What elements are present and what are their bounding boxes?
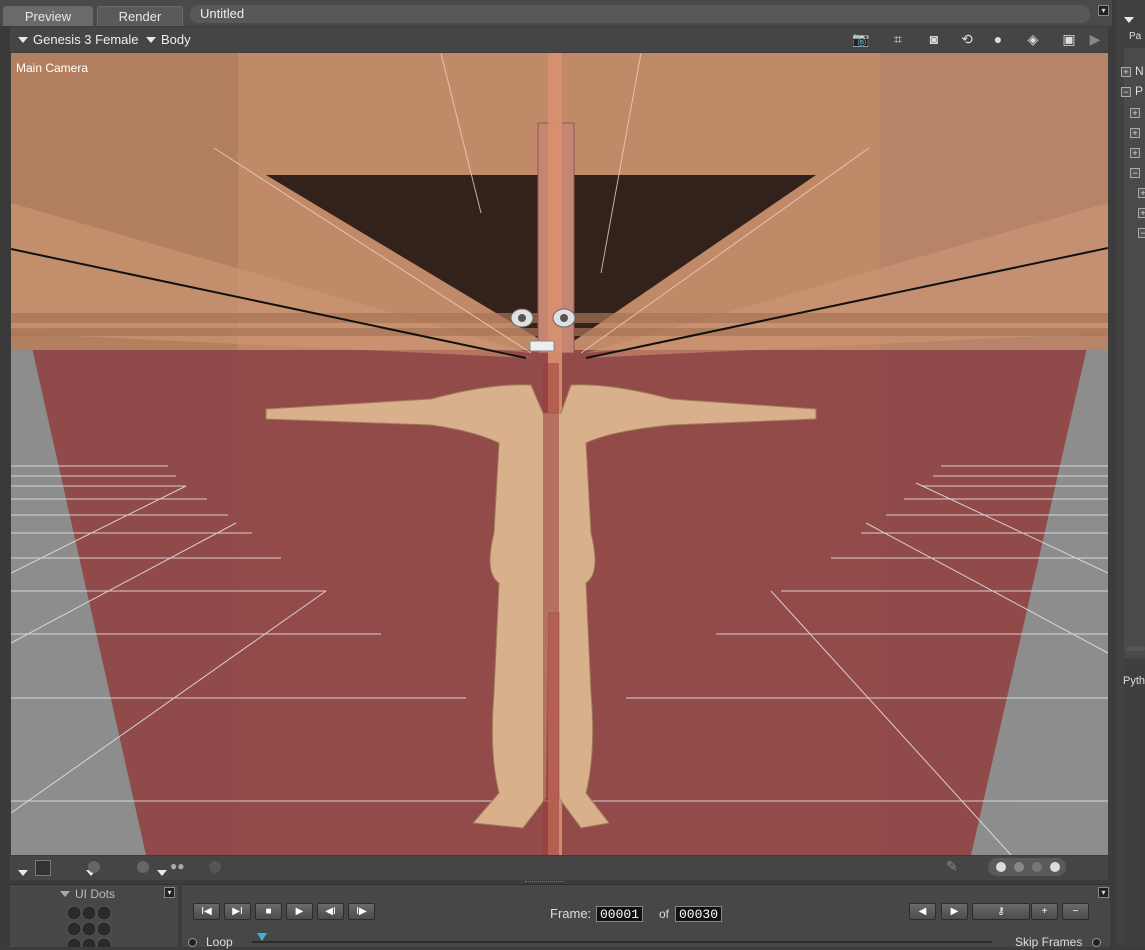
right-panel: Pa Pyth <box>1116 0 1145 946</box>
loop-label: Loop <box>206 935 233 949</box>
camera-label[interactable]: Main Camera <box>16 61 88 75</box>
camera-dashed-icon[interactable]: ⌗ <box>887 30 909 48</box>
prev-key-button[interactable]: ▶I <box>224 903 251 920</box>
expand-icon[interactable]: + <box>1130 148 1140 158</box>
view-dots[interactable] <box>988 858 1066 876</box>
chevron-down-icon[interactable] <box>1124 16 1134 23</box>
expand-icon[interactable]: + <box>1121 67 1131 77</box>
step-back-button[interactable]: ◀I <box>317 903 344 920</box>
expand-icon[interactable]: + <box>1138 208 1145 218</box>
square-view-icon[interactable] <box>35 860 51 876</box>
left-edge <box>0 26 10 946</box>
collapse-icon[interactable]: − <box>1130 168 1140 178</box>
orbit-icon[interactable]: ⟲ <box>956 30 978 48</box>
figure-select-label: Genesis 3 Female <box>33 32 139 47</box>
key-button[interactable]: ⚷ <box>972 903 1030 920</box>
collapse-icon[interactable]: − <box>1121 87 1131 97</box>
tree-item-label[interactable]: N <box>1135 64 1144 78</box>
animation-panel: ▾ I◀ ▶I ■ ▶ ◀I I▶ Frame: 00001 of 00030 … <box>182 884 1110 949</box>
expand-icon[interactable]: + <box>1138 188 1145 198</box>
dot-icon[interactable] <box>1032 862 1042 872</box>
collapse-icon[interactable]: − <box>1138 228 1145 238</box>
ui-dots-grid <box>66 905 116 950</box>
body-part-select[interactable]: Body <box>146 27 191 52</box>
video-camera-icon[interactable]: ▣ <box>1058 30 1080 48</box>
dot-icon[interactable] <box>1014 862 1024 872</box>
figure-select[interactable]: Genesis 3 Female <box>18 27 139 52</box>
chevron-down-icon <box>146 36 156 43</box>
3d-viewport[interactable]: Main Camera <box>11 53 1108 855</box>
sphere-dark-icon[interactable] <box>209 861 221 873</box>
camera-icon[interactable]: 📷 <box>850 30 872 48</box>
document-title-field[interactable]: Untitled <box>190 5 1090 23</box>
timeline-scrubber[interactable] <box>252 941 992 943</box>
python-label: Pyth <box>1123 675 1145 687</box>
scene-tree <box>1124 48 1145 658</box>
current-frame-field[interactable]: 00001 <box>596 906 644 922</box>
chevron-down-icon <box>18 36 28 43</box>
prev-button[interactable]: ◀ <box>909 903 936 920</box>
tab-render[interactable]: Render <box>97 6 183 26</box>
expand-icon[interactable]: + <box>1130 108 1140 118</box>
chevron-down-icon <box>60 890 70 897</box>
step-forward-button[interactable]: I▶ <box>348 903 375 920</box>
panel-header-label: Pa <box>1129 31 1142 42</box>
play-button[interactable]: ▶ <box>286 903 313 920</box>
sphere-icon[interactable] <box>137 861 149 873</box>
scene-render <box>11 53 1108 855</box>
panel-menu-button[interactable]: ▾ <box>164 887 175 898</box>
frame-label: Frame: <box>550 906 592 921</box>
chevron-down-icon[interactable] <box>156 869 167 876</box>
light-sphere-icon[interactable]: ● <box>987 30 1009 48</box>
panel-menu-button[interactable]: ▾ <box>1098 887 1109 898</box>
of-label: of <box>659 907 670 921</box>
multi-sphere-icon[interactable]: ●● <box>170 859 190 875</box>
playhead-icon[interactable] <box>257 933 267 941</box>
viewport-bottom-bar: ●● ✎ <box>10 856 1108 880</box>
dot-icon[interactable] <box>996 862 1006 872</box>
viewport-toolbar: Genesis 3 Female Body 📷 ⌗ ◙ ⟲ ● ◈ ▣ ▶ <box>10 27 1108 52</box>
ui-dots-header[interactable]: UI Dots <box>60 887 115 901</box>
next-button[interactable]: ▶ <box>941 903 968 920</box>
expand-icon[interactable]: + <box>1130 128 1140 138</box>
total-frames-field[interactable]: 00030 <box>675 906 723 922</box>
ui-dots-label: UI Dots <box>75 887 116 901</box>
first-frame-button[interactable]: I◀ <box>193 903 220 920</box>
scroll-right-icon[interactable]: ▶ <box>1088 30 1102 48</box>
remove-key-button[interactable]: − <box>1062 903 1089 920</box>
scrollbar[interactable] <box>1126 646 1145 651</box>
tab-preview[interactable]: Preview <box>3 6 93 26</box>
display-icon[interactable]: ◈ <box>1022 30 1044 48</box>
pencil-icon[interactable]: ✎ <box>946 858 958 875</box>
dot-icon[interactable] <box>1050 862 1060 872</box>
skip-frames-label: Skip Frames <box>1015 935 1083 949</box>
sphere-icon[interactable] <box>88 861 100 873</box>
chevron-down-icon[interactable] <box>18 869 28 876</box>
tree-item-label[interactable]: P <box>1135 84 1143 98</box>
camera-frame-icon[interactable]: ◙ <box>923 30 945 48</box>
panel-menu-button[interactable]: ▾ <box>1098 5 1109 16</box>
stop-button[interactable]: ■ <box>255 903 282 920</box>
python-pane <box>1124 660 1145 946</box>
add-key-button[interactable]: + <box>1031 903 1058 920</box>
ui-dots-panel: UI Dots ▾ <box>8 884 178 950</box>
body-part-select-label: Body <box>161 32 191 47</box>
